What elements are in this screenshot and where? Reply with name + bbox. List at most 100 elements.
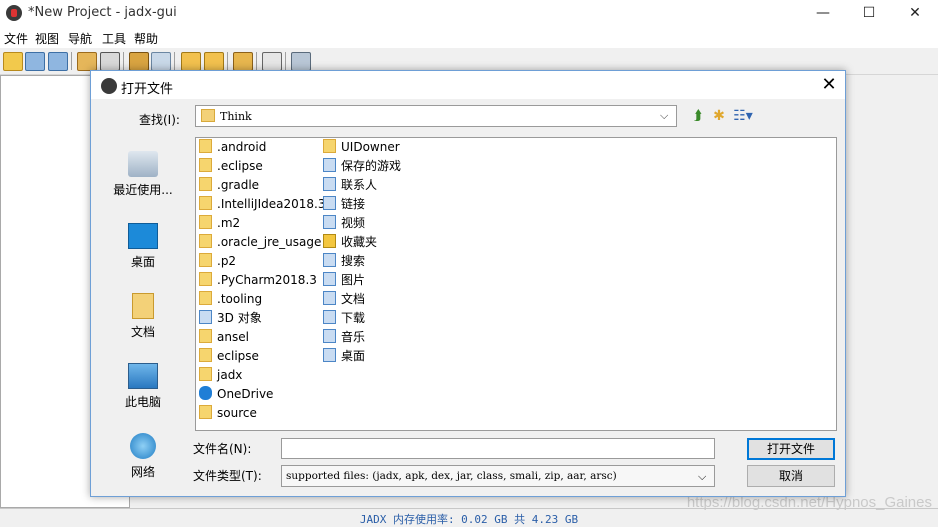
place-label: 此电脑 (124, 395, 161, 409)
file-item[interactable]: 视频 (323, 214, 365, 233)
file-name: 链接 (341, 197, 366, 211)
dialog-body: 查找(I): Think ⌵ ⮭ ✱ ☷▾ 最近使用... 桌面 文档 此电脑 … (91, 99, 845, 496)
menu-view[interactable]: 视图 (35, 30, 59, 47)
file-item[interactable]: eclipse (199, 347, 259, 366)
folder-icon (199, 253, 212, 267)
file-item[interactable]: 图片 (323, 271, 365, 290)
file-item[interactable]: .m2 (199, 214, 240, 233)
folder-icon (323, 139, 336, 153)
file-item[interactable]: .android (199, 138, 266, 157)
menu-tools[interactable]: 工具 (102, 30, 126, 47)
maximize-button[interactable]: ☐ (846, 0, 892, 27)
file-item[interactable]: 3D 对象 (199, 309, 262, 328)
deobfuscation-icon[interactable] (233, 52, 253, 71)
place-label: 桌面 (130, 255, 155, 269)
minimize-button[interactable]: — (800, 0, 846, 27)
folder-icon (199, 405, 212, 419)
place-network[interactable]: 网络 (105, 433, 181, 480)
add-files-icon[interactable] (25, 52, 45, 71)
place-documents[interactable]: 文档 (105, 293, 181, 340)
toolbar-separator (256, 52, 257, 70)
file-item[interactable]: 搜索 (323, 252, 365, 271)
forward-arrow-icon[interactable] (204, 52, 224, 71)
file-item[interactable]: .eclipse (199, 157, 263, 176)
open-file-button[interactable]: 打开文件 (747, 438, 835, 460)
back-arrow-icon[interactable] (181, 52, 201, 71)
close-button[interactable]: ✕ (892, 0, 938, 27)
file-list[interactable]: .android .eclipse .gradle .IntelliJIdea2018… (195, 137, 837, 431)
place-this-pc[interactable]: 此电脑 (105, 363, 181, 410)
class-search-icon[interactable] (151, 52, 171, 71)
recent-icon (128, 151, 158, 177)
system-folder-icon (323, 348, 336, 362)
file-item[interactable]: 联系人 (323, 176, 377, 195)
log-viewer-icon[interactable] (262, 52, 282, 71)
file-item[interactable]: OneDrive (199, 385, 273, 404)
chevron-down-icon[interactable]: ⌵ (698, 470, 706, 484)
folder-icon (199, 234, 212, 248)
file-item[interactable]: .p2 (199, 252, 236, 271)
file-name: eclipse (217, 349, 259, 363)
file-item[interactable]: .PyCharm2018.3 (199, 271, 317, 290)
file-item[interactable]: source (199, 404, 257, 423)
cancel-button[interactable]: 取消 (747, 465, 835, 487)
dialog-close-button[interactable]: ✕ (817, 74, 841, 98)
favorites-star-icon (323, 234, 336, 248)
file-name-input[interactable] (281, 438, 715, 459)
toolbar-separator (71, 52, 72, 70)
save-all-icon[interactable] (48, 52, 68, 71)
up-one-level-icon[interactable]: ⮭ (689, 107, 707, 125)
folder-icon (199, 348, 212, 362)
chevron-down-icon[interactable]: ⌵ (660, 109, 668, 123)
preferences-wrench-icon[interactable] (291, 52, 311, 71)
text-search-icon[interactable] (129, 52, 149, 71)
file-name: ansel (217, 330, 249, 344)
file-item[interactable]: UIDowner (323, 138, 400, 157)
new-folder-icon[interactable]: ✱ (710, 107, 728, 125)
system-folder-icon (323, 215, 336, 229)
file-item[interactable]: .oracle_jre_usage (199, 233, 321, 252)
title-bar: *New Project - jadx-gui — ☐ ✕ (0, 0, 938, 27)
system-folder-icon (323, 329, 336, 343)
system-folder-icon (323, 272, 336, 286)
file-item[interactable]: .IntelliJIdea2018.3 (199, 195, 325, 214)
file-type-dropdown[interactable]: supported files: (jadx, apk, dex, jar, c… (281, 465, 715, 487)
network-icon (130, 433, 156, 459)
folder-icon (201, 109, 215, 122)
look-in-value: Think (220, 110, 252, 123)
file-item[interactable]: 文档 (323, 290, 365, 309)
file-item[interactable]: .gradle (199, 176, 259, 195)
file-item[interactable]: 下载 (323, 309, 365, 328)
file-item[interactable]: 收藏夹 (323, 233, 377, 252)
system-folder-icon (323, 177, 336, 191)
look-in-dropdown[interactable]: Think ⌵ (195, 105, 677, 127)
system-folder-icon (323, 158, 336, 172)
view-menu-icon[interactable]: ☷▾ (732, 107, 754, 125)
menu-help[interactable]: 帮助 (134, 30, 158, 47)
sync-icon[interactable] (77, 52, 97, 71)
flatten-packages-icon[interactable] (100, 52, 120, 71)
file-item[interactable]: ansel (199, 328, 249, 347)
window-title: *New Project - jadx-gui (28, 5, 177, 20)
onedrive-icon (199, 386, 212, 400)
folder-icon (199, 158, 212, 172)
file-item[interactable]: 链接 (323, 195, 365, 214)
file-name: 保存的游戏 (341, 159, 402, 173)
system-folder-icon (199, 310, 212, 324)
folder-icon (199, 329, 212, 343)
file-item[interactable]: 桌面 (323, 347, 365, 366)
file-item[interactable]: .tooling (199, 290, 262, 309)
file-item[interactable]: 音乐 (323, 328, 365, 347)
place-desktop[interactable]: 桌面 (105, 223, 181, 270)
folder-icon (199, 139, 212, 153)
file-type-value: supported files: (jadx, apk, dex, jar, c… (286, 470, 617, 482)
system-folder-icon (323, 253, 336, 267)
menu-navigate[interactable]: 导航 (68, 30, 92, 47)
look-in-label: 查找(I): (139, 113, 180, 127)
open-file-icon[interactable] (3, 52, 23, 71)
file-item[interactable]: jadx (199, 366, 242, 385)
place-recent[interactable]: 最近使用... (105, 151, 181, 198)
menu-file[interactable]: 文件 (4, 30, 28, 47)
documents-icon (132, 293, 154, 319)
file-item[interactable]: 保存的游戏 (323, 157, 401, 176)
